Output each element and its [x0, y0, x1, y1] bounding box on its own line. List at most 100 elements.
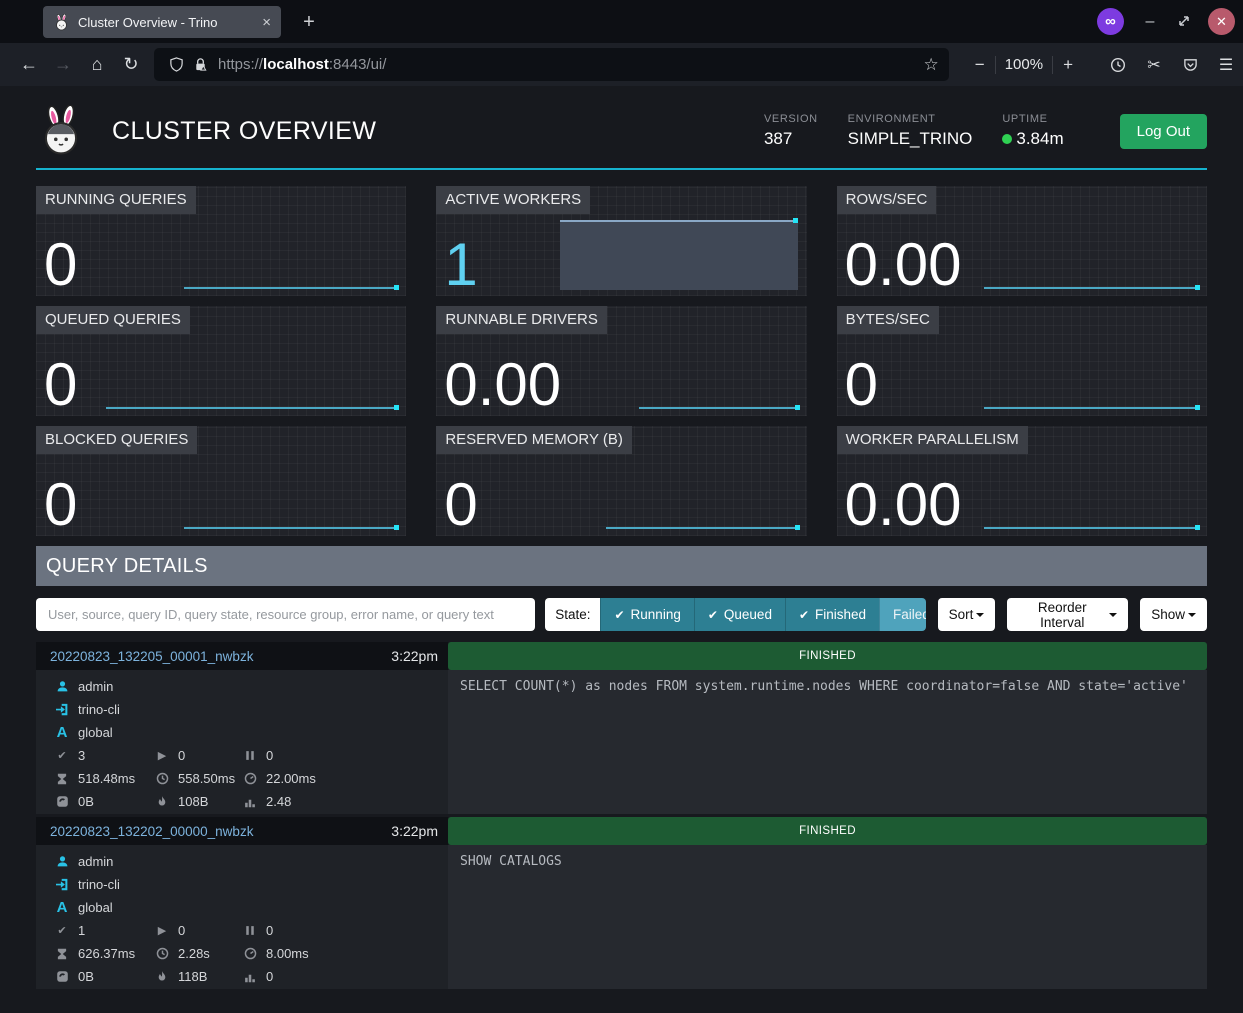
- zoom-out-button[interactable]: −: [965, 55, 995, 75]
- environment-label: ENVIRONMENT: [848, 113, 973, 125]
- check-icon: ✔: [614, 608, 624, 622]
- url-host: localhost: [263, 56, 329, 73]
- stat-label: RUNNABLE DRIVERS: [436, 306, 607, 334]
- state-label: State:: [545, 598, 600, 631]
- query-source: trino-cli: [78, 702, 120, 717]
- stat-label: RESERVED MEMORY (B): [436, 426, 632, 454]
- cpu-time: 558.50ms: [178, 771, 235, 786]
- user-icon: [54, 680, 70, 694]
- forward-button[interactable]: →: [46, 50, 80, 80]
- query-search-input[interactable]: [36, 598, 535, 631]
- query-sql-text[interactable]: SHOW CATALOGS: [448, 845, 1207, 989]
- hourglass-icon: [54, 947, 70, 961]
- restore-button[interactable]: [1176, 13, 1194, 31]
- query-row: 20220823_132205_00001_nwbzk 3:22pm admin…: [36, 642, 1207, 814]
- query-details-header: QUERY DETAILS: [36, 546, 1207, 586]
- reload-button[interactable]: ↻: [114, 50, 148, 80]
- tab-title: Cluster Overview - Trino: [78, 15, 254, 30]
- execution-time: 8.00ms: [266, 946, 309, 961]
- uptime-value: 3.84m: [1002, 129, 1063, 149]
- private-mask-glyph: ∞: [1105, 13, 1116, 30]
- query-row-header: 20220823_132205_00001_nwbzk 3:22pm: [36, 642, 448, 670]
- running-splits: 0: [178, 923, 185, 938]
- query-right-panel: FINISHED SELECT COUNT(*) as nodes FROM s…: [448, 642, 1207, 814]
- tab-strip: Cluster Overview - Trino × + ∞ – ✕: [0, 0, 1243, 43]
- running-splits-icon: ▶: [154, 749, 170, 763]
- resource-group-icon: A: [54, 901, 70, 915]
- sign-in-icon: [54, 878, 70, 892]
- version-value: 387: [764, 129, 818, 149]
- stat-label: BLOCKED QUERIES: [36, 426, 197, 454]
- new-tab-button[interactable]: +: [295, 8, 323, 36]
- sparkline: [984, 287, 1199, 289]
- zoom-level[interactable]: 100%: [996, 56, 1052, 73]
- stat-card-runnable-drivers: RUNNABLE DRIVERS 0.00: [436, 306, 806, 416]
- pocket-icon[interactable]: [1173, 50, 1207, 80]
- filter-label: Queued: [724, 607, 772, 622]
- uptime-label: UPTIME: [1002, 113, 1063, 125]
- url-bar[interactable]: https://localhost:8443/ui/ ☆: [154, 48, 949, 81]
- filter-label: Finished: [815, 607, 866, 622]
- chevron-down-icon: [976, 613, 984, 617]
- reorder-interval-dropdown[interactable]: Reorder Interval: [1007, 598, 1128, 631]
- browser-tab[interactable]: Cluster Overview - Trino ×: [43, 6, 281, 38]
- query-source: trino-cli: [78, 877, 120, 892]
- resource-group-icon: A: [54, 726, 70, 740]
- menu-hamburger-icon[interactable]: ☰: [1209, 50, 1243, 80]
- bookmark-star-icon[interactable]: ☆: [924, 55, 939, 75]
- shield-icon[interactable]: [164, 55, 188, 75]
- logout-button[interactable]: Log Out: [1120, 114, 1207, 149]
- close-button[interactable]: ✕: [1208, 8, 1235, 35]
- cumulative-memory: 118B: [178, 969, 207, 984]
- query-status-bar: FINISHED: [448, 817, 1207, 845]
- close-icon: ✕: [1216, 14, 1227, 30]
- stat-label: WORKER PARALLELISM: [837, 426, 1028, 454]
- current-memory: 0B: [78, 794, 94, 809]
- stat-label: QUEUED QUERIES: [36, 306, 190, 334]
- query-id-link[interactable]: 20220823_132205_00001_nwbzk: [50, 649, 253, 664]
- home-button[interactable]: ⌂: [80, 50, 114, 80]
- filter-failed-dropdown[interactable]: Failed: [879, 598, 926, 631]
- query-resource-group: global: [78, 900, 113, 915]
- header-divider: [36, 168, 1207, 170]
- environment-stat: ENVIRONMENT SIMPLE_TRINO: [848, 113, 973, 149]
- sparkline: [184, 287, 399, 289]
- query-user: admin: [78, 679, 113, 694]
- fire-icon: [154, 795, 170, 809]
- tab-close-icon[interactable]: ×: [262, 14, 271, 31]
- fire-icon: [154, 970, 170, 984]
- screenshot-scissors-icon[interactable]: ✂: [1137, 50, 1171, 80]
- stat-label: RUNNING QUERIES: [36, 186, 196, 214]
- history-clock-icon[interactable]: [1101, 50, 1135, 80]
- back-button[interactable]: ←: [12, 50, 46, 80]
- query-time: 3:22pm: [391, 648, 438, 664]
- minimize-button[interactable]: –: [1138, 13, 1162, 31]
- toolbar-icons: ✂ ☰: [1101, 50, 1243, 80]
- filter-label: Failed: [893, 607, 926, 622]
- url-path: :8443/ui/: [329, 56, 387, 73]
- running-splits-icon: ▶: [154, 924, 170, 938]
- filter-queued-button[interactable]: ✔ Queued: [694, 598, 785, 631]
- lock-warning-icon[interactable]: [188, 55, 212, 75]
- wall-time: 626.37ms: [78, 946, 135, 961]
- filter-finished-button[interactable]: ✔ Finished: [785, 598, 879, 631]
- sparkline: [639, 407, 798, 409]
- sort-dropdown[interactable]: Sort: [938, 598, 996, 631]
- chevron-down-icon: [1109, 613, 1117, 617]
- uptime-stat: UPTIME 3.84m: [1002, 113, 1063, 149]
- sparkline-area: [560, 220, 797, 290]
- filter-running-button[interactable]: ✔ Running: [600, 598, 693, 631]
- equalizer-icon: [242, 795, 258, 809]
- query-id-link[interactable]: 20220823_132202_00000_nwbzk: [50, 824, 253, 839]
- show-dropdown[interactable]: Show: [1140, 598, 1207, 631]
- query-stats: admin trino-cli A global ✔1 ▶0 0 6: [36, 845, 448, 989]
- page-title: CLUSTER OVERVIEW: [112, 117, 376, 146]
- query-sql-text[interactable]: SELECT COUNT(*) as nodes FROM system.run…: [448, 670, 1207, 814]
- zoom-in-button[interactable]: +: [1053, 55, 1083, 75]
- url-text[interactable]: https://localhost:8443/ui/: [218, 56, 924, 73]
- environment-value: SIMPLE_TRINO: [848, 129, 973, 149]
- wall-time: 518.48ms: [78, 771, 135, 786]
- equalizer-icon: [242, 970, 258, 984]
- cpu-time: 2.28s: [178, 946, 210, 961]
- app-header: CLUSTER OVERVIEW VERSION 387 ENVIRONMENT…: [36, 100, 1207, 162]
